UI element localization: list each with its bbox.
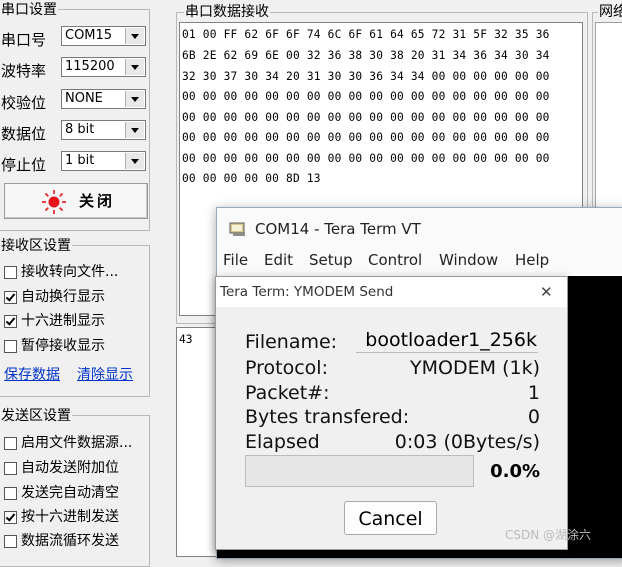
menu-help[interactable]: Help (515, 251, 549, 269)
hex-row: 00 00 00 00 00 8D 13 (182, 172, 321, 185)
chevron-down-icon[interactable] (125, 91, 144, 107)
network-panel[interactable] (595, 22, 622, 214)
dialog-titlebar[interactable]: Tera Term: YMODEM Send ✕ (216, 277, 567, 307)
baud-label: 波特率 (1, 62, 47, 80)
protocol-label: Protocol: (245, 357, 328, 379)
watermark: CSDN @湖涂六 (505, 528, 592, 542)
checkbox-box[interactable] (4, 462, 17, 475)
checkbox-label: 接收转向文件... (21, 264, 119, 280)
checkbox-box[interactable] (4, 340, 17, 353)
chevron-down-icon[interactable] (125, 28, 144, 44)
close-button-label: 关闭 (79, 192, 116, 210)
hex-row: 32 30 37 30 34 20 31 30 30 36 34 34 00 0… (182, 70, 550, 83)
clear-display-link[interactable]: 清除显示 (77, 366, 133, 384)
packet-label: Packet#: (245, 382, 330, 404)
elapsed-value: 0:03 (0Bytes/s) (394, 431, 540, 453)
hex-row: 00 00 00 00 00 00 00 00 00 00 00 00 00 0… (182, 131, 550, 144)
teraterm-app-icon (229, 222, 245, 236)
stopbits-select[interactable]: 1 bit (61, 151, 146, 171)
bytes-value: 0 (527, 406, 540, 428)
chevron-down-icon[interactable] (125, 153, 144, 169)
checkbox-label: 发送完自动清空 (21, 485, 119, 501)
checkbox-label: 自动换行显示 (21, 289, 105, 305)
teraterm-title: COM14 - Tera Term VT (255, 220, 421, 238)
progress-bar (245, 455, 474, 487)
menu-edit[interactable]: Edit (264, 251, 293, 269)
parity-select[interactable]: NONE (61, 89, 146, 109)
port-value: COM15 (65, 28, 113, 43)
checkbox-label: 启用文件数据源... (21, 435, 133, 451)
databits-label: 数据位 (1, 125, 47, 143)
checkbox-box[interactable] (4, 315, 17, 328)
port-label: 串口号 (1, 31, 47, 49)
hex-row: 6B 2E 62 69 6E 00 32 36 38 30 38 20 31 3… (182, 49, 550, 62)
progress-percent: 0.0% (490, 461, 540, 482)
hex-row: 00 00 00 00 00 00 00 00 00 00 00 00 00 0… (182, 111, 550, 124)
baud-value: 115200 (65, 59, 115, 74)
serial-settings-title: 串口设置 (0, 2, 58, 18)
baud-select[interactable]: 115200 (61, 57, 146, 77)
save-data-link[interactable]: 保存数据 (4, 366, 60, 384)
stopbits-value: 1 bit (65, 153, 95, 168)
chevron-down-icon[interactable] (125, 122, 144, 138)
packet-value: 1 (527, 382, 540, 404)
network-group-title: 网络 (598, 4, 622, 20)
databits-value: 8 bit (65, 122, 95, 137)
checkbox-label: 自动发送附加位 (21, 460, 119, 476)
checkbox-box[interactable] (4, 291, 17, 304)
menu-setup[interactable]: Setup (309, 251, 353, 269)
filename-field: bootloader1_256k (356, 327, 538, 353)
send-text-value: 43 (179, 333, 193, 346)
checkbox-label: 暂停接收显示 (21, 338, 105, 354)
hex-row: 00 00 00 00 00 00 00 00 00 00 00 00 00 0… (182, 90, 550, 103)
elapsed-label: Elapsed (245, 431, 320, 453)
teraterm-titlebar[interactable]: COM14 - Tera Term VT (217, 208, 622, 248)
parity-value: NONE (65, 91, 103, 106)
checkbox-box[interactable] (4, 266, 17, 279)
checkbox-box[interactable] (4, 487, 17, 500)
chevron-down-icon[interactable] (125, 59, 144, 75)
close-icon[interactable]: ✕ (540, 283, 553, 301)
hex-row: 00 00 00 00 00 00 00 00 00 00 00 00 00 0… (182, 152, 550, 165)
databits-select[interactable]: 8 bit (61, 120, 146, 140)
port-select[interactable]: COM15 (61, 26, 146, 46)
checkbox-label: 按十六进制发送 (21, 509, 119, 525)
cancel-button[interactable]: Cancel (344, 501, 437, 535)
checkbox-box[interactable] (4, 437, 17, 450)
send-text-area[interactable]: 43 (176, 327, 220, 557)
checkbox-label: 十六进制显示 (21, 313, 105, 329)
checkbox-box[interactable] (4, 535, 17, 548)
bytes-label: Bytes transfered: (245, 406, 410, 428)
menu-window[interactable]: Window (439, 251, 498, 269)
hex-row: 01 00 FF 62 6F 6F 74 6C 6F 61 64 65 72 3… (182, 28, 550, 41)
checkbox-label: 数据流循环发送 (21, 533, 119, 549)
close-port-button[interactable]: 关闭 (4, 183, 148, 219)
stopbits-label: 停止位 (1, 156, 47, 174)
ymodem-send-dialog[interactable]: Tera Term: YMODEM Send ✕ Filename: bootl… (215, 276, 568, 550)
teraterm-menubar: File Edit Setup Control Window Help (217, 248, 622, 274)
menu-file[interactable]: File (223, 251, 248, 269)
filename-label: Filename: (245, 331, 338, 353)
receive-settings-title: 接收区设置 (0, 238, 72, 254)
status-led-icon (42, 190, 66, 214)
filename-value: bootloader1_256k (365, 329, 537, 351)
receive-area-title: 串口数据接收 (184, 4, 270, 20)
send-settings-title: 发送区设置 (0, 408, 72, 424)
parity-label: 校验位 (1, 94, 47, 112)
menu-control[interactable]: Control (368, 251, 422, 269)
checkbox-box[interactable] (4, 511, 17, 524)
dialog-title: Tera Term: YMODEM Send (220, 284, 394, 300)
protocol-value: YMODEM (1k) (410, 357, 540, 379)
cancel-button-label: Cancel (358, 508, 423, 530)
